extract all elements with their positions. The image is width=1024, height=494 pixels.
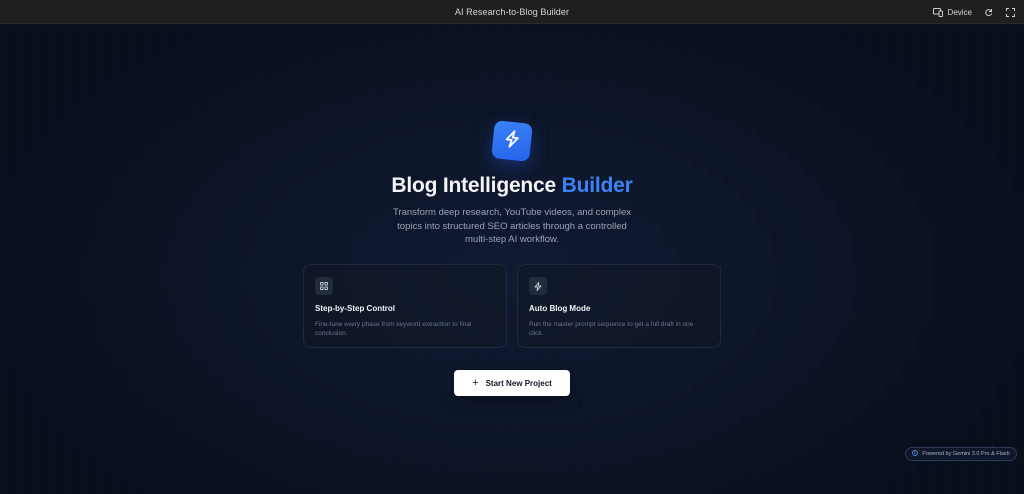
page-title: Blog Intelligence Builder [0,174,1024,198]
card-description: Run the master prompt sequence to get a … [529,321,694,337]
grid-icon [315,277,333,295]
page-subtitle: Transform deep research, YouTube videos,… [393,207,631,245]
topbar-controls: Device [932,0,1016,24]
card-title: Step-by-Step Control [315,304,395,313]
powered-by-badge: Powered by Gemini 3.0 Pro & Flash [905,447,1017,461]
start-button-label: Start New Project [485,378,552,388]
top-bar: AI Research-to-Blog Builder Device [0,0,1024,24]
title-accent: Builder [561,174,633,197]
app-logo [491,120,533,162]
card-description: Fine-tune every phase from keyword extra… [315,321,472,337]
device-label: Device [947,7,972,17]
window-title: AI Research-to-Blog Builder [454,6,570,17]
device-button[interactable]: Device [932,6,972,18]
lightning-icon [529,277,547,295]
feature-card-auto-blog[interactable]: Auto Blog Mode Run the master prompt seq… [517,264,721,348]
powered-by-text: Powered by Gemini 3.0 Pro & Flash [922,451,1010,457]
feature-card-step-by-step[interactable]: Step-by-Step Control Fine-tune every pha… [303,264,507,348]
info-icon [912,450,919,458]
lightning-icon [503,129,521,154]
start-new-project-button[interactable]: + Start New Project [454,370,570,396]
main-area: Blog Intelligence Builder Transform deep… [0,25,1024,494]
card-title: Auto Blog Mode [529,304,591,313]
plus-icon: + [472,377,479,389]
device-icon [932,6,944,18]
refresh-icon[interactable] [982,6,994,18]
title-main: Blog Intelligence [391,174,557,197]
fullscreen-icon[interactable] [1004,6,1016,18]
